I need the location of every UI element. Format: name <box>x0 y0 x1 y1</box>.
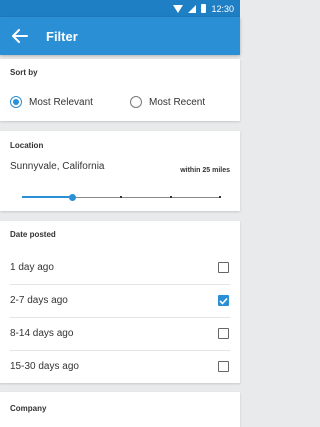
back-button[interactable] <box>0 17 40 55</box>
slider-thumb[interactable] <box>68 194 76 201</box>
slider-tick <box>219 196 221 198</box>
sort-most-relevant-option[interactable]: Most Relevant <box>10 96 93 108</box>
radio-label: Most Relevant <box>29 96 93 108</box>
checkbox-unchecked-icon[interactable] <box>218 328 229 339</box>
check-icon <box>219 297 228 305</box>
list-item-label: 2-7 days ago <box>10 295 68 306</box>
status-time: 12:30 <box>211 3 234 14</box>
date-posted-section: Date posted 1 day ago 2-7 days ago 8-14 … <box>0 221 240 383</box>
radio-unselected-icon <box>130 96 142 108</box>
slider-tick <box>169 196 172 198</box>
arrow-left-icon <box>12 29 28 43</box>
list-item-label: 8-14 days ago <box>10 328 74 339</box>
checkbox-unchecked-icon[interactable] <box>218 262 229 273</box>
checkbox-unchecked-icon[interactable] <box>218 361 229 372</box>
signal-icon <box>188 4 197 13</box>
radio-label: Most Recent <box>149 96 206 108</box>
battery-icon <box>201 4 207 13</box>
page-title: Filter <box>46 28 78 44</box>
company-section: Company <box>0 392 240 427</box>
sort-most-recent-option[interactable]: Most Recent <box>130 96 205 108</box>
date-posted-label: Date posted <box>10 230 56 239</box>
location-section: Location Sunnyvale, California within 25… <box>0 131 240 211</box>
slider-track-fill <box>22 196 72 198</box>
wifi-icon <box>173 4 184 13</box>
list-item-label: 15-30 days ago <box>10 361 79 372</box>
radio-selected-icon <box>10 96 22 108</box>
date-option-8-14-days[interactable]: 8-14 days ago <box>0 317 240 350</box>
checkbox-checked-icon[interactable] <box>218 295 229 306</box>
status-bar: 12:30 <box>0 0 240 17</box>
sort-by-label: Sort by <box>10 68 38 77</box>
date-option-2-7-days[interactable]: 2-7 days ago <box>0 284 240 317</box>
company-label: Company <box>10 404 47 413</box>
location-value[interactable]: Sunnyvale, California <box>10 161 105 172</box>
distance-slider[interactable] <box>22 192 221 204</box>
slider-tick <box>120 196 122 198</box>
date-option-15-30-days[interactable]: 15-30 days ago <box>0 350 240 383</box>
date-option-1-day[interactable]: 1 day ago <box>0 251 240 284</box>
app-bar: Filter <box>0 17 240 55</box>
sort-by-section: Sort by Most Relevant Most Recent <box>0 59 240 121</box>
list-item-label: 1 day ago <box>10 262 54 273</box>
location-label: Location <box>10 141 44 150</box>
distance-range-label: within 25 miles <box>180 167 230 174</box>
